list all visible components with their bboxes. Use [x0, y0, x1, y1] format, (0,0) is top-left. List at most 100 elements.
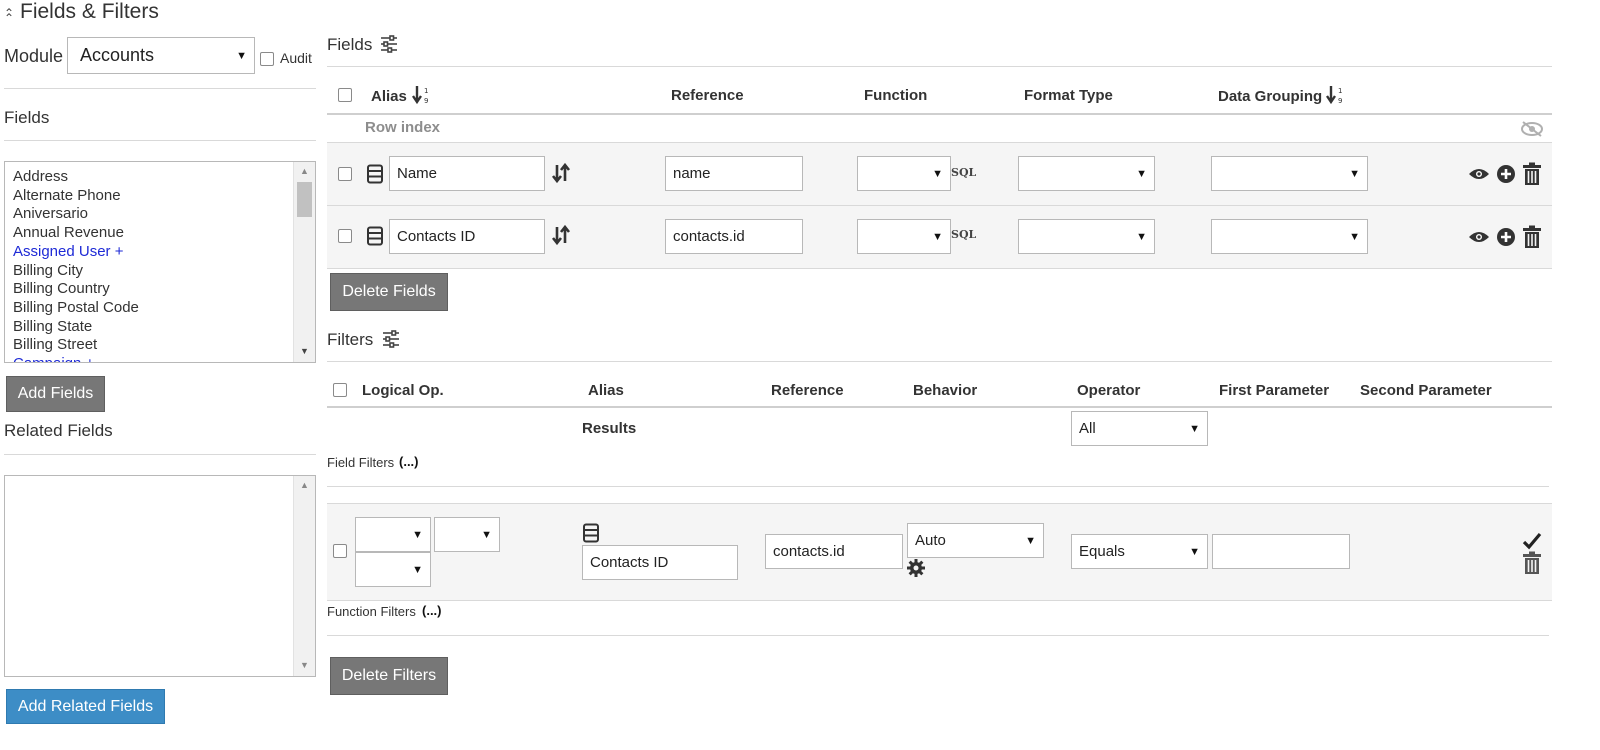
- chevron-down-icon: ▼: [481, 528, 492, 541]
- fields-list-item[interactable]: Billing State: [13, 318, 92, 335]
- select-all-fields-checkbox[interactable]: [338, 88, 352, 102]
- chevron-down-icon: ▼: [1136, 167, 1147, 180]
- add-fields-button[interactable]: Add Fields: [6, 376, 105, 412]
- col-behavior: Behavior: [913, 382, 978, 399]
- fields-list-item[interactable]: Assigned User +: [13, 243, 123, 260]
- add-related-fields-button[interactable]: Add Related Fields: [6, 689, 165, 724]
- results-select[interactable]: All ▼: [1071, 411, 1208, 446]
- fields-listbox[interactable]: Address Alternate Phone Aniversario Annual …: [4, 161, 316, 363]
- add-circle-icon[interactable]: [1496, 227, 1516, 247]
- data-grouping-select[interactable]: ▼: [1211, 156, 1368, 191]
- fields-list-item[interactable]: Address: [13, 168, 68, 185]
- scroll-up-icon[interactable]: ▲: [300, 166, 309, 176]
- scrollbar-thumb[interactable]: [297, 182, 312, 217]
- module-select[interactable]: Accounts ▼: [67, 37, 255, 74]
- col-reference: Reference: [771, 382, 844, 399]
- chevron-down-icon: ▼: [932, 230, 943, 243]
- row-checkbox[interactable]: [338, 229, 352, 243]
- sort-toggle-icon[interactable]: [550, 162, 572, 184]
- fields-list-item[interactable]: Billing Street: [13, 336, 97, 353]
- gear-icon[interactable]: [906, 558, 926, 578]
- operator-select[interactable]: Equals ▼: [1071, 534, 1208, 569]
- scroll-down-icon[interactable]: ▼: [300, 346, 309, 356]
- field-filters-label: Field Filters: [327, 455, 395, 470]
- add-circle-icon[interactable]: [1496, 164, 1516, 184]
- related-fields-heading: Related Fields: [4, 421, 113, 440]
- fields-list-item[interactable]: Campaign +: [13, 355, 94, 362]
- col-format-type: Format Type: [1024, 87, 1113, 104]
- row-checkbox[interactable]: [333, 544, 347, 558]
- sliders-icon[interactable]: [382, 330, 400, 348]
- select-all-filters-checkbox[interactable]: [333, 383, 347, 397]
- row-checkbox[interactable]: [338, 167, 352, 181]
- delete-filters-button[interactable]: Delete Filters: [330, 657, 448, 695]
- group-select[interactable]: ▼: [434, 517, 500, 552]
- checkmark-icon[interactable]: [1522, 532, 1542, 550]
- panel-title: Fields & Filters: [20, 0, 159, 23]
- fields-list-item[interactable]: Billing Postal Code: [13, 299, 139, 316]
- logical-op-select[interactable]: ▼: [355, 517, 431, 552]
- eye-icon[interactable]: [1468, 229, 1490, 245]
- parenthesis-select[interactable]: ▼: [355, 552, 431, 587]
- scroll-up-icon[interactable]: ▲: [300, 480, 309, 490]
- svg-text:1: 1: [1338, 87, 1342, 95]
- data-grouping-select[interactable]: ▼: [1211, 219, 1368, 254]
- sort-order-icon[interactable]: 19: [1325, 84, 1347, 106]
- fields-list-item[interactable]: Billing Country: [13, 280, 110, 297]
- divider: [4, 140, 316, 141]
- svg-text:9: 9: [424, 97, 428, 105]
- alias-input[interactable]: Name: [389, 156, 545, 191]
- reference-input[interactable]: contacts.id: [665, 219, 803, 254]
- col-reference: Reference: [671, 87, 744, 104]
- filter-reference-input[interactable]: contacts.id: [765, 534, 903, 569]
- reference-input[interactable]: name: [665, 156, 803, 191]
- list-icon: [582, 523, 600, 543]
- fields-section-title: Fields: [327, 35, 373, 54]
- format-type-select[interactable]: ▼: [1018, 219, 1155, 254]
- divider: [327, 635, 1549, 636]
- sliders-icon[interactable]: [380, 35, 398, 53]
- divider: [327, 268, 1552, 269]
- sort-toggle-icon[interactable]: [550, 224, 572, 246]
- function-select[interactable]: ▼: [857, 156, 951, 191]
- chevron-down-icon: ▼: [1025, 534, 1036, 547]
- divider: [4, 454, 316, 455]
- trash-icon[interactable]: [1521, 551, 1543, 575]
- function-filters-label: Function Filters: [327, 604, 416, 619]
- listbox-scrollbar[interactable]: ▲ ▼: [293, 162, 315, 362]
- sort-order-icon[interactable]: 19: [411, 84, 433, 106]
- results-label: Results: [582, 420, 637, 437]
- svg-text:1: 1: [424, 87, 428, 95]
- scroll-down-icon[interactable]: ▼: [300, 660, 309, 670]
- alias-input[interactable]: Contacts ID: [389, 219, 545, 254]
- related-fields-listbox[interactable]: ▲ ▼: [4, 475, 316, 677]
- operator-select-value: Equals: [1079, 543, 1125, 560]
- divider: [327, 406, 1552, 408]
- chevron-down-icon: ▼: [1136, 230, 1147, 243]
- fields-list-item[interactable]: Annual Revenue: [13, 224, 124, 241]
- fields-list-item[interactable]: Alternate Phone: [13, 187, 121, 204]
- filter-alias-input[interactable]: Contacts ID: [582, 545, 738, 580]
- row-index-label: Row index: [365, 119, 441, 136]
- fields-list-item[interactable]: Aniversario: [13, 205, 88, 222]
- behavior-select-value: Auto: [915, 532, 946, 549]
- sql-icon[interactable]: SQL: [951, 166, 976, 179]
- audit-label: Audit: [280, 50, 312, 66]
- chevron-down-icon: ▼: [412, 563, 423, 576]
- function-select[interactable]: ▼: [857, 219, 951, 254]
- format-type-select[interactable]: ▼: [1018, 156, 1155, 191]
- col-alias: Alias: [588, 382, 624, 399]
- sql-icon[interactable]: SQL: [951, 228, 976, 241]
- fields-list-item[interactable]: Billing City: [13, 262, 83, 279]
- trash-icon[interactable]: [1521, 162, 1543, 186]
- field-filters-ellipsis-icon[interactable]: (...): [399, 454, 419, 469]
- listbox-scrollbar[interactable]: ▲ ▼: [293, 476, 315, 676]
- audit-checkbox[interactable]: [260, 52, 274, 66]
- first-parameter-input[interactable]: [1212, 534, 1350, 569]
- eye-icon[interactable]: [1468, 166, 1490, 182]
- behavior-select[interactable]: Auto ▼: [907, 523, 1044, 558]
- trash-icon[interactable]: [1521, 225, 1543, 249]
- delete-fields-button[interactable]: Delete Fields: [330, 273, 448, 311]
- function-filters-ellipsis-icon[interactable]: (...): [422, 603, 442, 618]
- eye-slash-icon[interactable]: [1520, 120, 1544, 138]
